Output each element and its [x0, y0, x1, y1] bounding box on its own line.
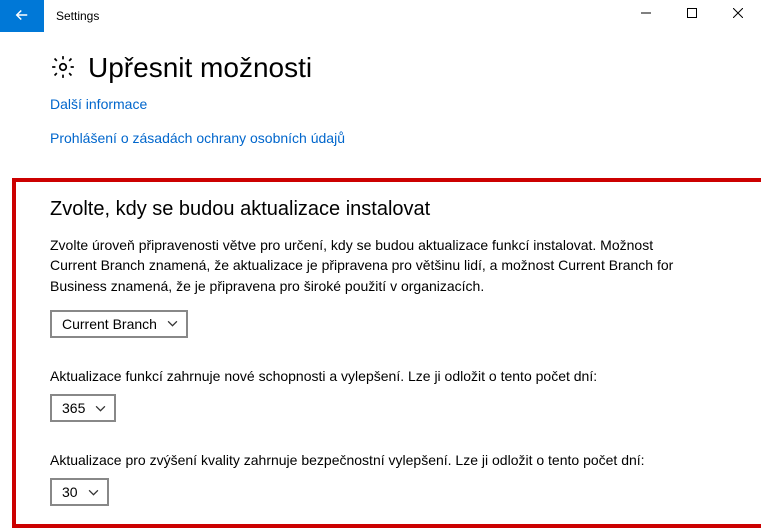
quality-update-text: Aktualizace pro zvýšení kvality zahrnuje…	[50, 450, 690, 470]
window-title: Settings	[44, 0, 99, 32]
quality-defer-days-select[interactable]: 30	[50, 478, 109, 506]
more-info-link[interactable]: Další informace	[50, 96, 147, 112]
back-arrow-icon	[13, 6, 31, 27]
close-icon	[733, 7, 743, 21]
feature-defer-days-value: 365	[62, 400, 85, 416]
minimize-icon	[641, 7, 651, 21]
chevron-down-icon	[88, 487, 99, 498]
branch-readiness-select[interactable]: Current Branch	[50, 310, 188, 338]
content-area: Upřesnit možnosti Další informace Prohlá…	[0, 32, 761, 528]
maximize-button[interactable]	[669, 0, 715, 28]
minimize-button[interactable]	[623, 0, 669, 28]
quality-defer-days-value: 30	[62, 484, 78, 500]
chevron-down-icon	[167, 318, 178, 329]
privacy-link[interactable]: Prohlášení o zásadách ochrany osobních ú…	[50, 130, 345, 146]
feature-defer-days-select[interactable]: 365	[50, 394, 116, 422]
branch-readiness-value: Current Branch	[62, 316, 157, 332]
page-title: Upřesnit možnosti	[88, 52, 312, 84]
page-header: Upřesnit možnosti	[50, 52, 733, 84]
chevron-down-icon	[95, 403, 106, 414]
gear-icon	[50, 54, 76, 83]
section-intro-text: Zvolte úroveň připravenosti větve pro ur…	[50, 235, 690, 296]
window-controls	[623, 0, 761, 28]
highlighted-section: Zvolte, kdy se budou aktualizace instalo…	[12, 178, 761, 528]
close-button[interactable]	[715, 0, 761, 28]
back-button[interactable]	[0, 0, 44, 32]
maximize-icon	[687, 7, 697, 21]
titlebar: Settings	[0, 0, 761, 32]
section-title: Zvolte, kdy se budou aktualizace instalo…	[50, 198, 733, 221]
feature-update-text: Aktualizace funkcí zahrnuje nové schopno…	[50, 366, 690, 386]
